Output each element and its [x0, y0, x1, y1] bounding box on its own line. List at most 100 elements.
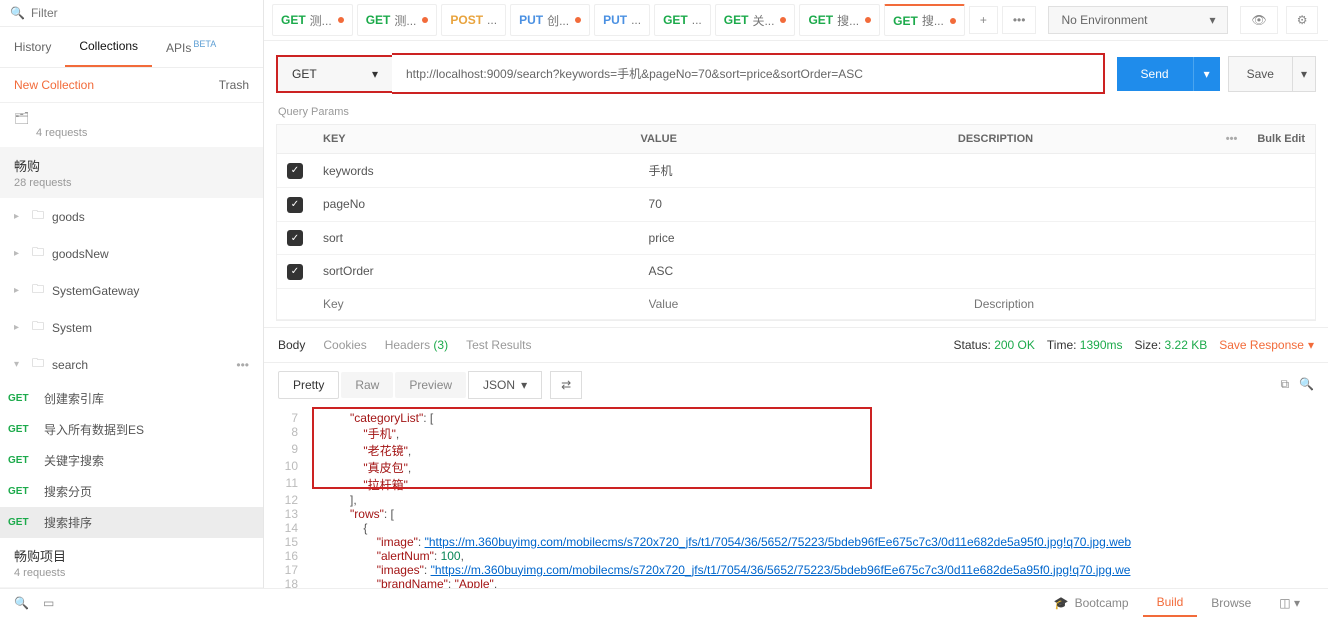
chevron-down-icon: ▾ — [372, 67, 378, 81]
environment-select[interactable]: No Environment▾ — [1048, 6, 1228, 34]
folder-system[interactable]: ▸🗀System — [0, 309, 263, 346]
tab-test-results[interactable]: Test Results — [466, 338, 531, 352]
param-key[interactable]: sortOrder — [313, 256, 639, 286]
folder-search[interactable]: ▾🗀search••• — [0, 346, 263, 383]
param-desc-input[interactable] — [974, 297, 1305, 311]
tab-history[interactable]: History — [0, 28, 65, 66]
chevron-down-icon: ▾ — [521, 378, 527, 392]
browse-link[interactable]: Browse — [1197, 590, 1265, 616]
param-value[interactable]: ASC — [639, 256, 965, 286]
folder-icon: 🗀 — [32, 243, 44, 264]
view-preview[interactable]: Preview — [395, 372, 466, 398]
param-key[interactable]: pageNo — [313, 189, 639, 219]
size-label: Size: 3.22 KB — [1135, 338, 1208, 352]
more-icon[interactable]: ••• — [236, 358, 249, 372]
chevron-down-icon: ▾ — [1209, 13, 1215, 27]
collection-block[interactable]: 🗂 4 requests — [0, 103, 263, 148]
more-icon[interactable]: ••• — [1216, 125, 1248, 153]
param-value[interactable]: 手机 — [639, 154, 965, 187]
param-key-input[interactable] — [323, 297, 629, 311]
chevron-down-icon: ▾ — [1308, 338, 1314, 352]
param-desc[interactable] — [964, 163, 1315, 179]
grad-icon: 🎓 — [1054, 596, 1069, 610]
trash-link[interactable]: Trash — [219, 78, 249, 92]
more-tabs-button[interactable]: ••• — [1002, 6, 1037, 34]
param-value[interactable]: price — [639, 223, 965, 253]
checkbox[interactable]: ✓ — [287, 230, 303, 246]
url-input[interactable]: http://localhost:9009/search?keywords=手机… — [392, 53, 1105, 94]
save-response-link[interactable]: Save Response ▾ — [1219, 338, 1314, 352]
tab-body[interactable]: Body — [278, 338, 305, 352]
params-value-header: VALUE — [630, 125, 947, 153]
checkbox[interactable]: ✓ — [287, 163, 303, 179]
send-button[interactable]: Send — [1117, 57, 1193, 91]
param-desc[interactable] — [964, 263, 1315, 279]
status-label: Status: 200 OK — [953, 338, 1034, 352]
bulk-edit-link[interactable]: Bulk Edit — [1247, 125, 1315, 153]
tab-cookies[interactable]: Cookies — [323, 338, 366, 352]
folder-icon: 🗀 — [32, 206, 44, 227]
add-tab-button[interactable]: + — [969, 6, 998, 34]
request-row[interactable]: GET关键字搜索 — [0, 445, 263, 476]
request-tab[interactable]: GET测... — [272, 4, 353, 36]
panes-icon[interactable]: ◫ ▾ — [1265, 590, 1314, 616]
param-value-input[interactable] — [649, 297, 955, 311]
method-select[interactable]: GET▾ — [276, 55, 392, 93]
request-row[interactable]: GET搜索排序 — [0, 507, 263, 538]
view-raw[interactable]: Raw — [341, 372, 393, 398]
copy-icon[interactable]: ⧉ — [1280, 377, 1289, 392]
filter-input[interactable] — [31, 6, 253, 20]
param-key[interactable]: keywords — [313, 156, 639, 186]
search-icon: 🔍 — [10, 6, 25, 20]
param-key[interactable]: sort — [313, 223, 639, 253]
request-tab[interactable]: GET测... — [357, 4, 438, 36]
eye-icon[interactable]: 👁 — [1240, 6, 1277, 34]
request-tab[interactable]: PUT创... — [510, 4, 590, 36]
folder-goodsnew[interactable]: ▸🗀goodsNew — [0, 235, 263, 272]
tab-collections[interactable]: Collections — [65, 27, 152, 67]
request-tab[interactable]: POST... — [441, 4, 506, 36]
wrap-button[interactable]: ⇄ — [550, 371, 582, 399]
search-icon[interactable]: 🔍 — [1299, 377, 1314, 392]
request-row[interactable]: GET创建索引库 — [0, 383, 263, 414]
request-tab[interactable]: PUT... — [594, 4, 650, 36]
collection-block[interactable]: 畅购 28 requests — [0, 148, 263, 198]
tab-headers[interactable]: Headers (3) — [385, 338, 448, 352]
param-desc[interactable] — [964, 196, 1315, 212]
save-dropdown[interactable]: ▾ — [1293, 56, 1316, 92]
request-tab[interactable]: GET搜... — [884, 4, 965, 36]
format-select[interactable]: JSON▾ — [468, 371, 542, 399]
request-tab[interactable]: GET搜... — [799, 4, 880, 36]
folder-icon: 🗂 — [14, 111, 29, 125]
bootcamp-link[interactable]: 🎓Bootcamp — [1040, 590, 1143, 616]
params-desc-header: DESCRIPTION — [948, 125, 1216, 153]
checkbox[interactable]: ✓ — [287, 197, 303, 213]
folder-icon: 🗀 — [32, 317, 44, 338]
folder-icon: 🗀 — [32, 354, 44, 375]
tab-apis[interactable]: APIsBETA — [152, 27, 230, 67]
folder-icon: 🗀 — [32, 280, 44, 301]
params-key-header: KEY — [313, 125, 630, 153]
send-dropdown[interactable]: ▾ — [1193, 57, 1220, 91]
collection-block[interactable]: 畅购项目 4 requests — [0, 538, 263, 588]
panel-icon[interactable]: ▭ — [43, 596, 54, 610]
gear-icon[interactable]: ⚙ — [1286, 6, 1319, 34]
request-tab[interactable]: GET关... — [715, 4, 796, 36]
build-link[interactable]: Build — [1143, 589, 1198, 617]
query-params-label: Query Params — [264, 106, 1328, 118]
new-collection-link[interactable]: New Collection — [14, 78, 94, 92]
view-pretty[interactable]: Pretty — [278, 371, 339, 399]
param-desc[interactable] — [964, 230, 1315, 246]
console-icon[interactable]: 🔍 — [14, 596, 29, 610]
folder-goods[interactable]: ▸🗀goods — [0, 198, 263, 235]
save-button[interactable]: Save — [1228, 56, 1293, 92]
response-body[interactable]: 7 "categoryList": [ 8 "手机", 9 "老花镜", 10 … — [264, 407, 1328, 591]
param-value[interactable]: 70 — [639, 189, 965, 219]
folder-systemgateway[interactable]: ▸🗀SystemGateway — [0, 272, 263, 309]
request-row[interactable]: GET搜索分页 — [0, 476, 263, 507]
filter-row: 🔍 — [0, 0, 263, 27]
request-tab[interactable]: GET... — [654, 4, 711, 36]
checkbox[interactable]: ✓ — [287, 264, 303, 280]
request-row[interactable]: GET导入所有数据到ES — [0, 414, 263, 445]
time-label: Time: 1390ms — [1047, 338, 1123, 352]
